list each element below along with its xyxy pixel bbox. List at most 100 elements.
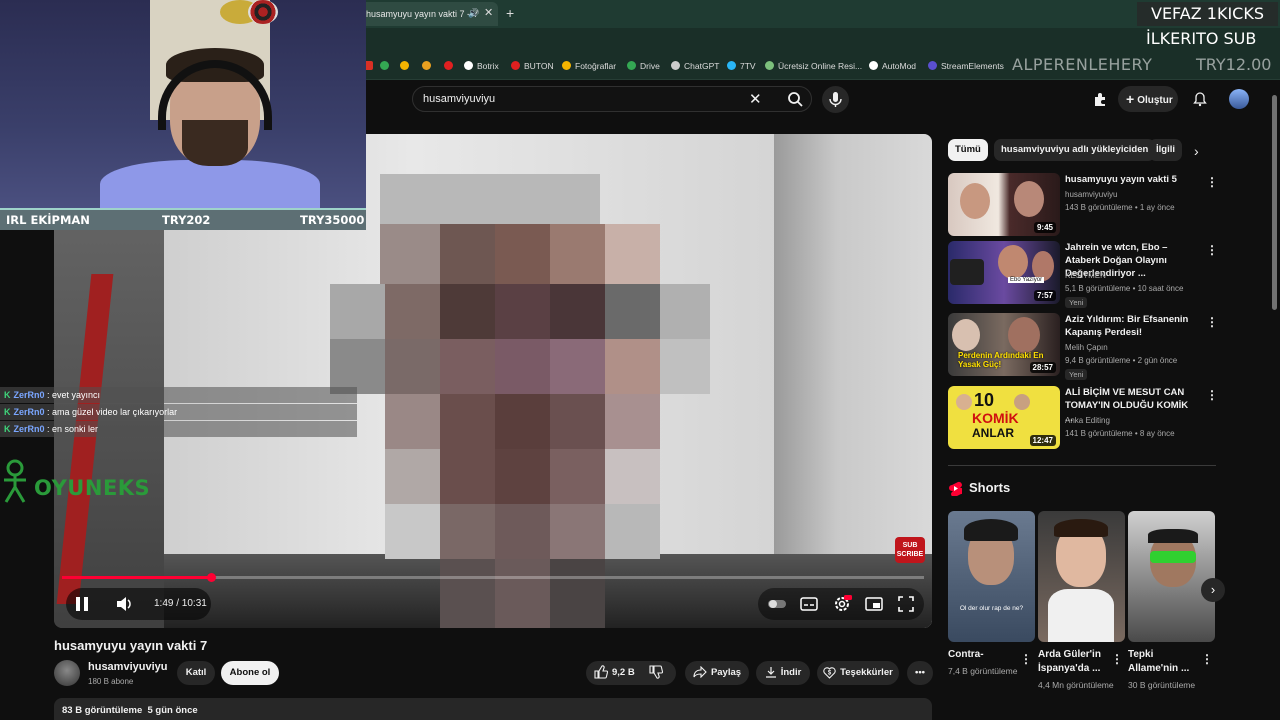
extension-icon[interactable] (1092, 91, 1108, 107)
bookmark-chatgpt[interactable]: ChatGPT (671, 61, 719, 71)
chevron-right-icon[interactable]: › (1194, 143, 1199, 159)
share-button[interactable]: Paylaş (685, 661, 749, 685)
chat-badge-icon: K (4, 407, 11, 417)
chat-message: K ZerRn0 : evet yayıncı (0, 387, 357, 403)
notifications-bell-icon[interactable] (1192, 91, 1208, 107)
short-thumbnail[interactable] (1128, 511, 1215, 642)
shorts-next-button[interactable]: › (1201, 578, 1225, 602)
more-options-icon[interactable]: ⋮ (1206, 175, 1218, 189)
volume-icon[interactable] (114, 593, 134, 615)
chat-message: K ZerRn0 : en sonki ler (0, 421, 357, 437)
rec-channel[interactable]: husamviyuviyu (1065, 190, 1117, 199)
screen: husamyuyu yayın vakti 7 - Y 🔊 ✕ + Botrix… (0, 0, 1280, 720)
pause-icon[interactable] (72, 593, 92, 615)
plus-icon: + (1126, 91, 1135, 107)
7tv-icon (727, 61, 736, 70)
more-options-icon[interactable]: ⋮ (1111, 652, 1123, 666)
bookmark-icon-4[interactable] (422, 61, 435, 71)
channel-name[interactable]: husamviyuviyu (88, 661, 167, 673)
short-views: 4,4 Mn görüntüleme (1038, 680, 1114, 690)
speaker-icon[interactable]: 🔊 (468, 8, 479, 19)
bookmark-icon-2[interactable] (380, 61, 393, 71)
progress-bar[interactable] (62, 573, 924, 582)
rec-channel[interactable]: Melih Çapın (1065, 343, 1108, 352)
bookmark-7tv[interactable]: 7TV (727, 61, 756, 71)
chat-text: : evet yayıncı (47, 390, 101, 400)
more-options-icon[interactable]: ⋮ (1206, 388, 1218, 402)
video-thumbnail[interactable]: 9:45 (948, 173, 1060, 236)
bookmark-drive[interactable]: Drive (627, 61, 660, 71)
subscriber-count: 180 B abone (88, 677, 134, 686)
short-title[interactable]: Tepki Allame'nin ... (1128, 648, 1202, 676)
chip-all[interactable]: Tümü (948, 139, 988, 161)
video-thumbnail[interactable]: Perdenin Ardındaki En Yasak Güç! 28:57 (948, 313, 1060, 376)
more-options-icon[interactable]: ⋮ (1201, 652, 1213, 666)
new-badge: Yeni (1065, 369, 1088, 380)
video-thumbnail[interactable]: 10 KOMİK ANLAR 12:47 (948, 386, 1060, 449)
bookmark-automod[interactable]: AutoMod (869, 61, 916, 71)
chip-from-uploader[interactable]: husamviyuviyu adlı yükleyiciden (994, 139, 1156, 161)
thumbnail-caption: Ebo Yazıyor (1008, 277, 1045, 283)
miniplayer-icon[interactable] (864, 593, 884, 615)
dislike-icon[interactable] (649, 665, 664, 680)
more-options-icon[interactable]: ⋮ (1206, 315, 1218, 329)
short-caption: Ol der olur rap de ne? (959, 605, 1024, 612)
super-thanks-icon: $ (823, 667, 836, 679)
short-title[interactable]: Contra- (948, 648, 1022, 662)
bookmark-label: Botrix (477, 61, 499, 71)
thanks-button[interactable]: $ Teşekkürler (817, 661, 899, 685)
recommendation-item[interactable]: 10 KOMİK ANLAR 12:47 ALİ BİÇİM VE MESUT … (948, 386, 1218, 450)
more-actions-icon[interactable]: ••• (907, 661, 933, 685)
search-icon[interactable] (781, 90, 809, 108)
rec-title[interactable]: Aziz Yıldırım: Bir Efsanenin Kapanış Per… (1065, 313, 1193, 339)
streamer-webcam (0, 0, 366, 210)
more-options-icon[interactable]: ⋮ (1020, 652, 1032, 666)
rec-title[interactable]: husamyuyu yayın vakti 5 (1065, 173, 1193, 186)
recommendation-item[interactable]: Ebo Yazıyor 7:57 Jahrein ve wtcn, Ebo – … (948, 241, 1218, 308)
channel-avatar[interactable] (54, 660, 80, 686)
recommendation-item[interactable]: Perdenin Ardındaki En Yasak Güç! 28:57 A… (948, 313, 1218, 380)
bookmark-photos[interactable]: Fotoğraflar (562, 61, 616, 71)
subtitles-icon[interactable] (799, 593, 819, 615)
short-title[interactable]: Arda Güler'in İspanya'da ... (1038, 648, 1112, 676)
like-icon[interactable] (594, 665, 608, 680)
recommendation-item[interactable]: 9:45 husamyuyu yayın vakti 5 husamviyuvi… (948, 173, 1218, 237)
close-tab-icon[interactable]: ✕ (484, 6, 493, 19)
fullscreen-icon[interactable] (896, 593, 916, 615)
bookmark-label: StreamElements (941, 61, 1004, 71)
rec-meta: 9,4 B görüntüleme • 2 gün önce (1065, 356, 1178, 365)
short-thumbnail[interactable]: Ol der olur rap de ne? (948, 511, 1035, 642)
more-options-icon[interactable]: ⋮ (1206, 243, 1218, 257)
pixelated-face (330, 174, 710, 628)
settings-gear-icon[interactable] (832, 593, 852, 615)
download-button[interactable]: İndir (756, 661, 810, 685)
automod-icon (869, 61, 878, 70)
create-button[interactable]: + Oluştur (1118, 86, 1178, 112)
short-thumbnail[interactable] (1038, 511, 1125, 642)
bookmark-resize[interactable]: Ücretsiz Online Resi... (765, 61, 862, 71)
new-tab-icon[interactable]: + (506, 5, 514, 21)
join-button[interactable]: Katıl (177, 661, 215, 685)
bookmark-botrix[interactable]: Botrix (464, 61, 499, 71)
account-avatar[interactable] (1229, 89, 1249, 109)
video-thumbnail[interactable]: Ebo Yazıyor 7:57 (948, 241, 1060, 304)
description-box[interactable]: 83 B görüntüleme 5 gün önce (54, 698, 932, 720)
time-display: 1:49 / 10:31 (154, 598, 207, 609)
voice-search-button[interactable] (822, 86, 849, 113)
clear-search-icon[interactable]: ✕ (749, 90, 762, 108)
search-box[interactable]: husamviyuviyu ✕ (412, 86, 812, 112)
bookmark-icon-3[interactable] (400, 61, 413, 71)
subscribe-watermark[interactable]: SUB SCRIBE (895, 537, 925, 563)
bookmark-buton[interactable]: BUTON (511, 61, 554, 71)
chip-related[interactable]: İlgili (1149, 139, 1182, 161)
bookmark-icon-5[interactable] (444, 61, 457, 71)
search-input[interactable]: husamviyuviyu (423, 93, 495, 105)
autoplay-toggle-icon[interactable] (766, 593, 788, 615)
rec-channel[interactable]: KESİTMEN (1065, 271, 1106, 280)
chat-user: ZerRn0 (13, 390, 45, 400)
page-scrollbar[interactable] (1272, 95, 1277, 310)
subscribe-button[interactable]: Abone ol (221, 661, 279, 685)
rec-channel[interactable]: Anka Editing (1065, 416, 1110, 425)
bookmark-streamelements[interactable]: StreamElements (928, 61, 1004, 71)
shorts-heading: Shorts (969, 480, 1011, 495)
